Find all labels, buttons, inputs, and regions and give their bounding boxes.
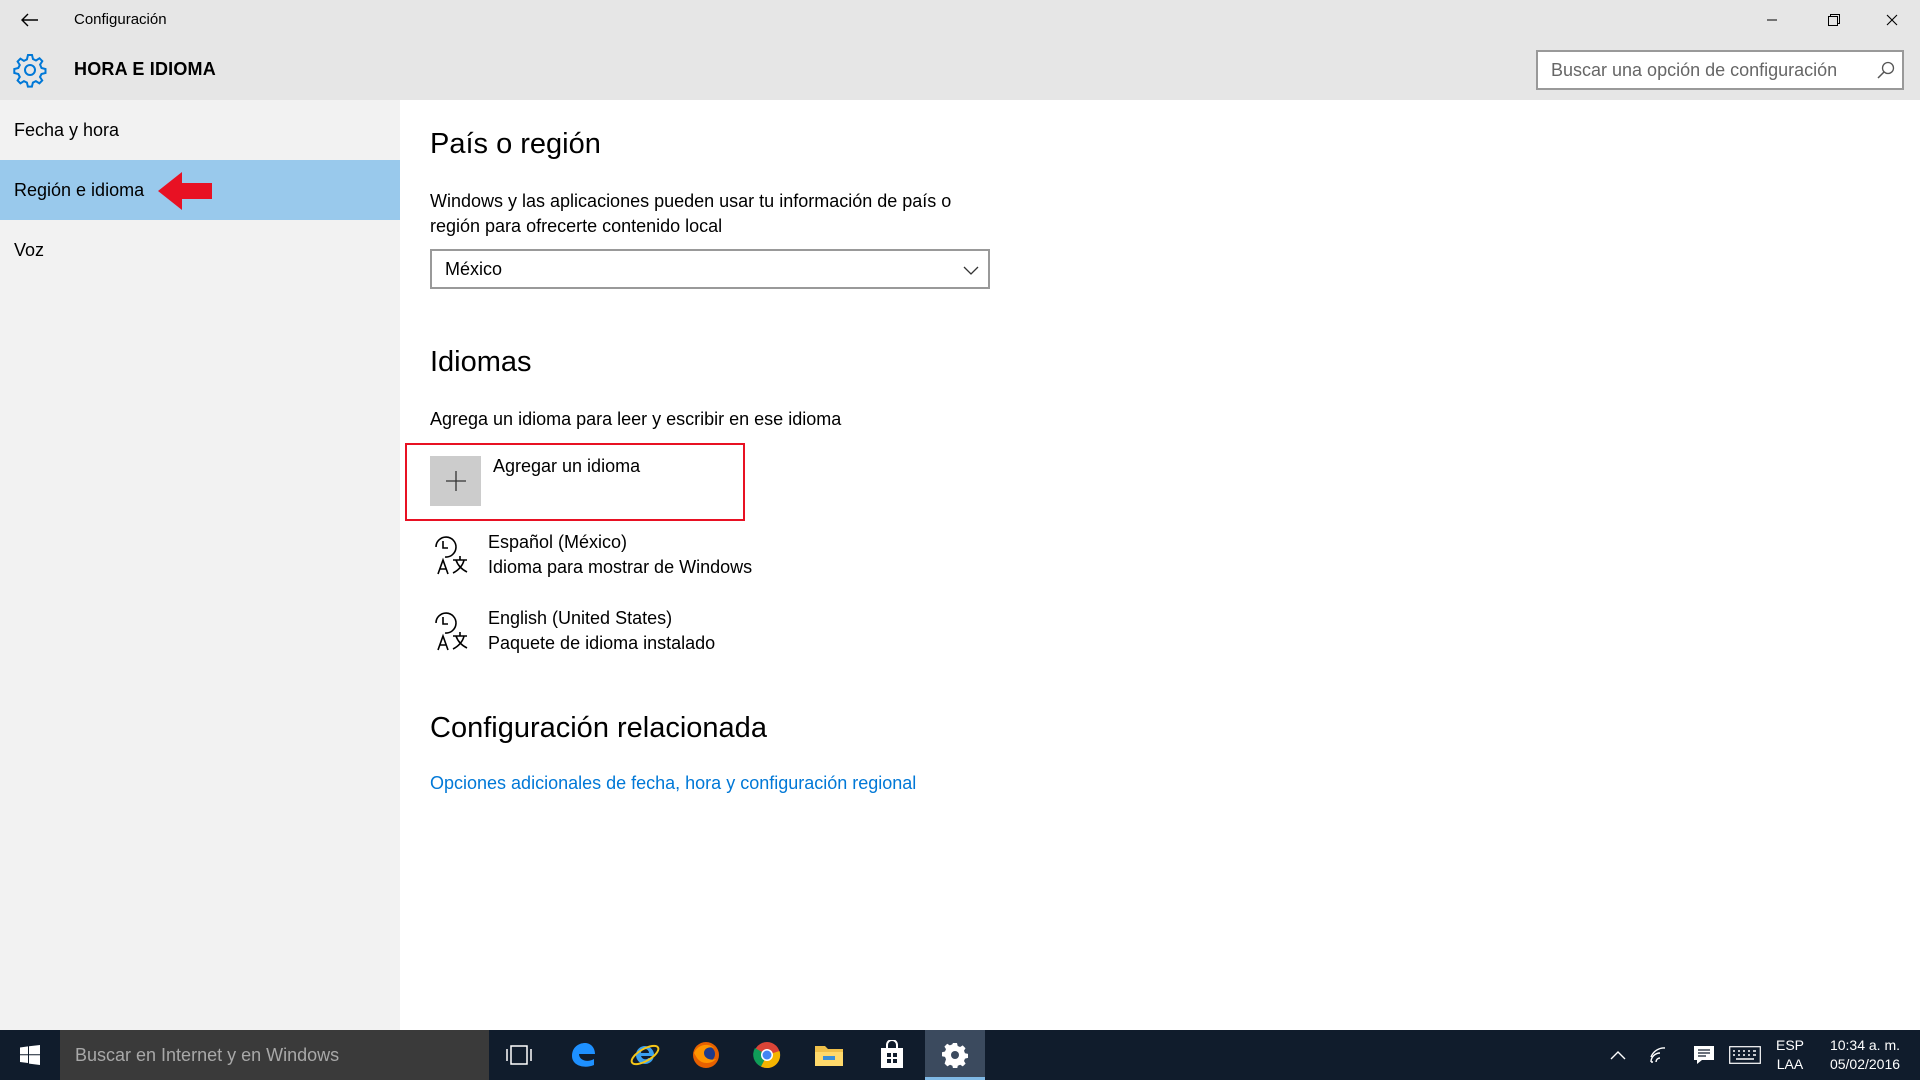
close-icon — [1886, 14, 1898, 26]
start-button[interactable] — [0, 1030, 60, 1080]
file-explorer-button[interactable] — [799, 1030, 859, 1080]
notifications-icon — [1694, 1046, 1714, 1064]
clock-date: 05/02/2016 — [1829, 1056, 1901, 1072]
wifi-icon — [1650, 1047, 1666, 1063]
language-code: ESP — [1775, 1037, 1804, 1053]
firefox-icon — [693, 1042, 719, 1068]
settings-icon — [942, 1043, 968, 1068]
windows-logo-icon — [20, 1045, 40, 1065]
back-arrow-icon — [21, 13, 38, 27]
clock-time: 10:34 a. m. — [1829, 1037, 1901, 1053]
add-language-label[interactable]: Agregar un idioma — [493, 456, 640, 477]
internet-explorer-button[interactable] — [615, 1030, 675, 1080]
page-header: HORA E IDIOMA — [0, 40, 1920, 100]
show-hidden-icons-button[interactable] — [1600, 1030, 1636, 1080]
add-language-button[interactable] — [430, 456, 481, 506]
language-icon — [435, 536, 468, 575]
restore-button[interactable] — [1806, 0, 1862, 40]
taskbar: Buscar en Internet y en Windows ESP LAA … — [0, 1030, 1920, 1080]
keyboard-layout-code: LAA — [1776, 1056, 1804, 1072]
title-bar: Configuración — [0, 0, 1920, 40]
sidebar-item-voz[interactable]: Voz — [0, 220, 400, 280]
taskbar-search[interactable]: Buscar en Internet y en Windows — [60, 1030, 489, 1080]
sidebar-item-label: Voz — [14, 239, 45, 260]
red-annotation-arrow-icon — [158, 172, 212, 210]
language-name[interactable]: Español (México) — [488, 530, 627, 555]
file-explorer-icon — [815, 1046, 843, 1066]
language-detail: Paquete de idioma instalado — [488, 633, 716, 653]
taskbar-clock[interactable]: 10:34 a. m. 05/02/2016 — [1816, 1036, 1914, 1074]
additional-regional-settings-link[interactable]: Opciones adicionales de fecha, hora y co… — [430, 773, 916, 794]
restore-icon — [1828, 14, 1840, 26]
network-button[interactable] — [1640, 1030, 1680, 1080]
internet-explorer-icon — [630, 1044, 660, 1066]
store-button[interactable] — [862, 1030, 922, 1080]
section-heading-languages: Idiomas — [430, 346, 532, 378]
task-view-button[interactable] — [489, 1030, 549, 1080]
section-heading-related: Configuración relacionada — [430, 712, 767, 744]
sidebar-item-fecha-y-hora[interactable]: Fecha y hora — [0, 100, 400, 160]
input-language-indicator[interactable]: ESP LAA — [1766, 1036, 1814, 1074]
country-description-line2: región para ofrecerte contenido local — [430, 216, 723, 236]
back-button[interactable] — [12, 0, 48, 40]
section-heading-country: País o región — [430, 128, 601, 160]
chevron-down-icon — [963, 266, 979, 275]
window-title: Configuración — [74, 11, 167, 28]
country-selected-value: México — [445, 259, 503, 279]
language-detail: Idioma para mostrar de Windows — [488, 557, 753, 577]
country-description-line1: Windows y las aplicaciones pueden usar t… — [430, 191, 952, 211]
gear-icon — [13, 54, 47, 88]
close-button[interactable] — [1864, 0, 1920, 40]
sidebar-item-label: Región e idioma — [14, 179, 145, 200]
settings-search[interactable] — [1536, 50, 1904, 90]
search-input[interactable] — [1538, 52, 1858, 88]
firefox-button[interactable] — [676, 1030, 736, 1080]
action-center-button[interactable] — [1684, 1030, 1724, 1080]
search-icon[interactable] — [1876, 60, 1896, 80]
page-title: HORA E IDIOMA — [74, 59, 216, 79]
edge-button[interactable] — [553, 1030, 613, 1080]
settings-taskbar-button[interactable] — [925, 1030, 985, 1080]
taskbar-search-text: Buscar en Internet y en Windows — [75, 1044, 340, 1065]
language-name[interactable]: English (United States) — [488, 606, 672, 631]
plus-icon — [445, 471, 466, 491]
edge-icon — [572, 1043, 595, 1067]
minimize-button[interactable] — [1744, 0, 1800, 40]
minimize-icon — [1767, 19, 1777, 21]
chrome-icon — [753, 1042, 781, 1069]
language-icon — [435, 612, 468, 651]
sidebar-item-label: Fecha y hora — [14, 119, 120, 140]
country-dropdown[interactable]: México — [430, 249, 990, 289]
main-content: País o región Windows y las aplicaciones… — [400, 100, 1920, 1030]
chevron-up-icon — [1610, 1051, 1626, 1060]
keyboard-icon — [1729, 1046, 1761, 1064]
sidebar-item-region-e-idioma[interactable]: Región e idioma — [0, 160, 400, 220]
chrome-button[interactable] — [737, 1030, 797, 1080]
task-view-icon — [506, 1045, 532, 1065]
sidebar-nav: Fecha y hora Región e idioma Voz — [0, 100, 400, 1030]
store-icon — [881, 1040, 903, 1068]
languages-description: Agrega un idioma para leer y escribir en… — [430, 409, 842, 429]
touch-keyboard-button[interactable] — [1724, 1030, 1766, 1080]
